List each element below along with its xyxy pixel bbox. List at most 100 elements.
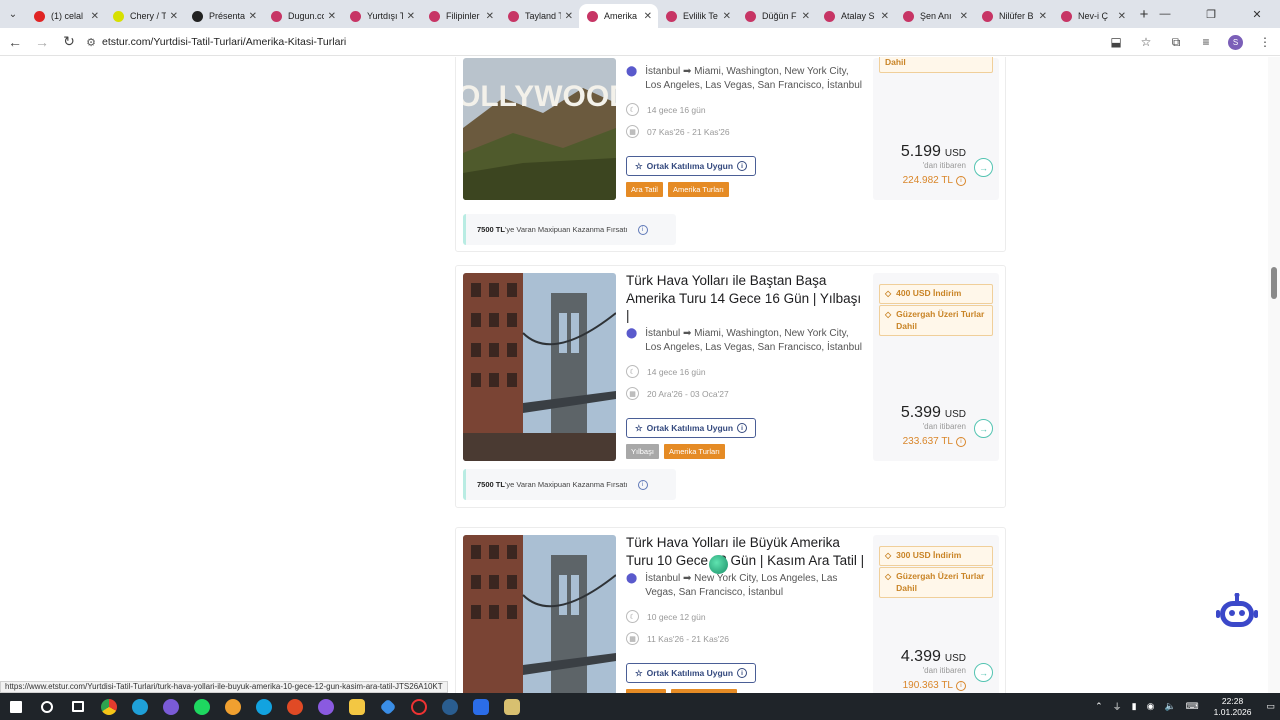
tour-card[interactable]: OLLYWOOD ⬤ İstanbul ➡ Miami, Washington,…: [455, 57, 1006, 252]
browser-tab[interactable]: Nilüfer B ✕: [974, 4, 1053, 28]
edge-icon[interactable]: [124, 693, 155, 720]
app-icon[interactable]: [496, 693, 527, 720]
wifi-icon[interactable]: ◉: [1142, 701, 1160, 712]
join-eligible-button[interactable]: ☆ Ortak Katılıma Uygun i: [626, 156, 757, 176]
maxipuan-banner: 7500 TL'ye Varan Maxipuan Kazanma Fırsat…: [463, 469, 676, 500]
tab-close-icon[interactable]: ✕: [644, 11, 652, 22]
close-window-icon[interactable]: ✕: [1234, 0, 1280, 28]
windows-start-icon[interactable]: [0, 693, 31, 720]
join-eligible-button[interactable]: ☆ Ortak Katılıma Uygun i: [626, 418, 757, 438]
forward-icon[interactable]: →: [30, 30, 54, 54]
info-icon[interactable]: i: [637, 479, 648, 490]
media-icon[interactable]: ≡: [1191, 28, 1221, 56]
tab-close-icon[interactable]: ✕: [1118, 11, 1126, 22]
info-icon[interactable]: i: [737, 423, 748, 433]
tab-close-icon[interactable]: ✕: [486, 11, 494, 22]
tag[interactable]: Amerika Turları: [667, 182, 729, 197]
minimize-icon[interactable]: —: [1142, 0, 1188, 28]
restore-icon[interactable]: ❐: [1188, 0, 1234, 28]
messenger-alt-icon[interactable]: [310, 693, 341, 720]
tab-close-icon[interactable]: ✕: [170, 11, 178, 22]
clock[interactable]: 22:28 1.01.2026: [1204, 696, 1262, 718]
browser-tab[interactable]: Nev-i Ç ✕: [1053, 4, 1132, 28]
go-arrow-icon[interactable]: →: [974, 663, 993, 682]
task-view-icon[interactable]: [62, 693, 93, 720]
tag[interactable]: Ara Tatil: [626, 182, 663, 197]
tab-close-icon[interactable]: ✕: [91, 11, 99, 22]
tag[interactable]: Yılbaşı: [626, 444, 659, 459]
media-app-icon[interactable]: [403, 693, 434, 720]
tab-close-icon[interactable]: ✕: [802, 11, 810, 22]
join-eligible-button[interactable]: ☆ Ortak Katılıma Uygun i: [626, 663, 757, 683]
browser-tab[interactable]: Filipinler ✕: [421, 4, 500, 28]
skype-icon[interactable]: [248, 693, 279, 720]
site-info-icon[interactable]: ⚙: [80, 36, 102, 49]
mic-icon[interactable]: ▮: [1127, 701, 1142, 712]
tour-image-hollywood[interactable]: OLLYWOOD: [463, 58, 616, 200]
messenger-icon[interactable]: [155, 693, 186, 720]
info-icon[interactable]: i: [956, 436, 966, 447]
tab-close-icon[interactable]: ✕: [881, 11, 889, 22]
address-bar[interactable]: ⚙ etstur.com/Yurtdisi-Tatil-Turlari/Amer…: [80, 30, 1180, 54]
info-icon[interactable]: i: [737, 668, 748, 678]
browser-tab[interactable]: (1) celal ✕: [26, 4, 105, 28]
scrollbar[interactable]: [1268, 57, 1280, 693]
install-app-icon[interactable]: ⬓: [1101, 28, 1131, 56]
tab-title: Chery / T: [130, 11, 166, 21]
tab-close-icon[interactable]: ✕: [1039, 11, 1047, 22]
info-icon[interactable]: i: [956, 175, 966, 186]
info-icon[interactable]: i: [637, 224, 648, 235]
tour-card[interactable]: Türk Hava Yolları ile Büyük Amerika Turu…: [455, 527, 1006, 693]
volume-icon[interactable]: 🔈: [1159, 701, 1180, 712]
tab-close-icon[interactable]: ✕: [565, 11, 573, 22]
reload-icon[interactable]: ↻: [57, 30, 81, 54]
tab-close-icon[interactable]: ✕: [328, 11, 336, 22]
browser-tab[interactable]: Atalay S ✕: [816, 4, 895, 28]
chrome-profile-icon[interactable]: [217, 693, 248, 720]
browser-tab[interactable]: Yurtdışı T ✕: [342, 4, 421, 28]
tab-close-icon[interactable]: ✕: [407, 11, 415, 22]
scrollbar-thumb[interactable]: [1271, 267, 1277, 299]
browser-tab[interactable]: Tayland T ✕: [500, 4, 579, 28]
notification-icon[interactable]: ▭: [1261, 701, 1280, 712]
tour-title[interactable]: Türk Hava Yolları ile Baştan Başa Amerik…: [626, 272, 866, 325]
vpn-icon[interactable]: [465, 693, 496, 720]
search-icon[interactable]: [31, 693, 62, 720]
tour-title[interactable]: Türk Hava Yolları ile Büyük Amerika Turu…: [626, 534, 866, 569]
tag[interactable]: Amerika Turları: [663, 444, 725, 459]
extensions-icon[interactable]: ⧉: [1161, 28, 1191, 56]
go-arrow-icon[interactable]: →: [974, 419, 993, 438]
chatbot-icon[interactable]: [1216, 592, 1258, 633]
browser-tab[interactable]: Dugun.co ✕: [263, 4, 342, 28]
browser-tab[interactable]: Présenta ✕: [184, 4, 263, 28]
info-icon[interactable]: i: [737, 161, 748, 171]
tab-close-icon[interactable]: ✕: [723, 11, 731, 22]
folder-icon[interactable]: [341, 693, 372, 720]
tab-close-icon[interactable]: ✕: [960, 11, 968, 22]
browser-tab[interactable]: Düğün F ✕: [737, 4, 816, 28]
spotify-icon[interactable]: [186, 693, 217, 720]
tour-image-bridge[interactable]: [463, 273, 616, 461]
tour-image-bridge[interactable]: [463, 535, 616, 693]
usb-icon[interactable]: ⏚: [1108, 700, 1127, 713]
calendar-icon: ▦: [626, 632, 639, 645]
brave-icon[interactable]: [279, 693, 310, 720]
chevron-up-icon[interactable]: ⌃: [1090, 701, 1108, 712]
browser-tab[interactable]: Amerika ✕: [579, 4, 658, 28]
bookmark-star-icon[interactable]: ☆: [1131, 28, 1161, 56]
browser-tab[interactable]: Şen Anı ✕: [895, 4, 974, 28]
tab-close-icon[interactable]: ✕: [249, 11, 257, 22]
menu-icon[interactable]: ⋮: [1250, 28, 1280, 56]
browser-tab[interactable]: Chery / T ✕: [105, 4, 184, 28]
network-app-icon[interactable]: [372, 693, 403, 720]
go-arrow-icon[interactable]: →: [974, 158, 993, 177]
back-icon[interactable]: ←: [3, 30, 27, 54]
tour-card[interactable]: Türk Hava Yolları ile Baştan Başa Amerik…: [455, 265, 1006, 508]
browser-tab[interactable]: Evlilik Te ✕: [658, 4, 737, 28]
tab-search-icon[interactable]: ⌄: [0, 0, 26, 28]
info-icon[interactable]: i: [956, 680, 966, 691]
chrome-icon[interactable]: [93, 693, 124, 720]
steam-icon[interactable]: [434, 693, 465, 720]
profile-avatar[interactable]: S: [1228, 34, 1243, 50]
language-icon[interactable]: ⌨: [1181, 701, 1204, 712]
